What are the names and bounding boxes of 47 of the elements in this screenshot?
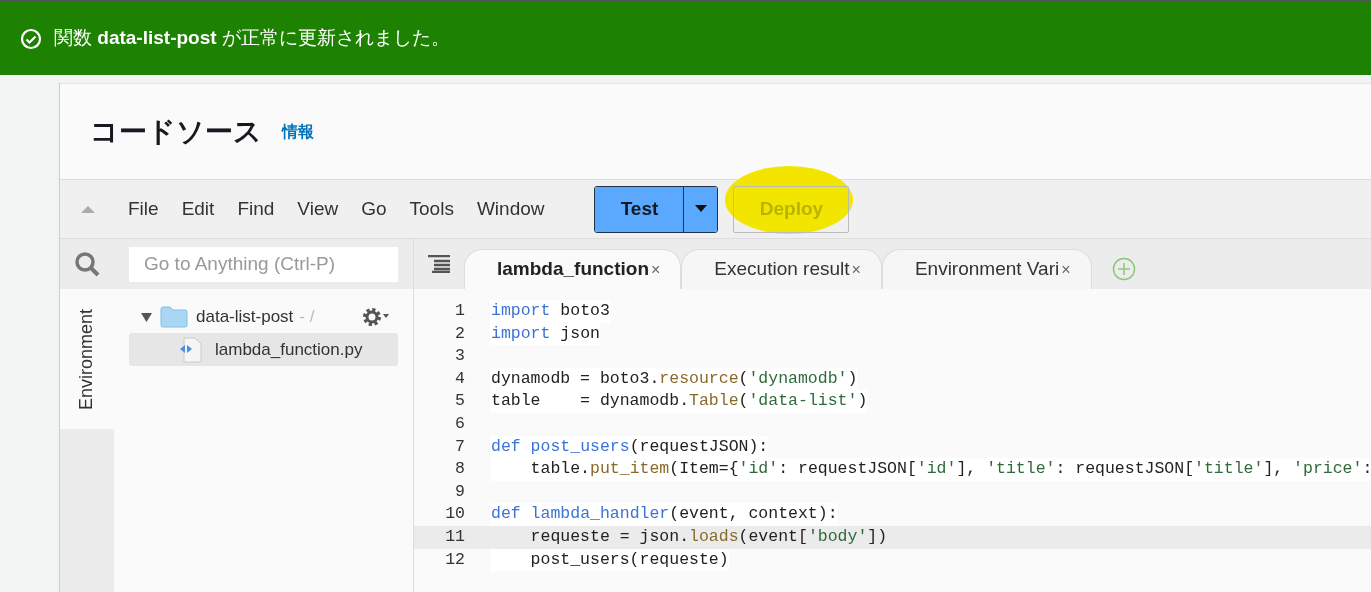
file-name: lambda_function.py <box>215 338 363 361</box>
test-dropdown-button[interactable] <box>683 186 718 232</box>
folder-icon <box>160 306 188 328</box>
menu-item[interactable]: Find <box>237 194 275 224</box>
code-editor[interactable] <box>414 289 1371 592</box>
line-number: 12 <box>444 548 465 571</box>
menu-item[interactable]: File <box>128 194 159 224</box>
close-icon[interactable]: × <box>1061 257 1071 282</box>
code-line: requeste = json.loads(event['body']) <box>529 525 888 548</box>
line-number: 2 <box>454 322 465 345</box>
folder-path: - / <box>299 306 315 329</box>
line-number: 11 <box>444 525 465 548</box>
list-icon[interactable] <box>428 255 450 273</box>
line-number: 10 <box>444 503 465 526</box>
line-number: 4 <box>454 367 465 390</box>
line-number: 9 <box>454 480 465 503</box>
caret-icon <box>695 205 707 213</box>
search-field[interactable]: Go to Anything (Ctrl-P) <box>129 246 398 282</box>
line-number: 8 <box>454 458 465 481</box>
line-number: 3 <box>454 345 465 368</box>
line-number: 1 <box>454 300 465 322</box>
menu-item[interactable]: Edit <box>181 194 215 224</box>
close-icon[interactable]: × <box>851 257 861 282</box>
close-icon[interactable]: × <box>651 257 661 282</box>
menu-item[interactable]: Window <box>476 194 545 224</box>
banner-message: 関数 data-list-post が正常に更新されました。 <box>54 26 450 51</box>
search-icon[interactable] <box>74 251 100 277</box>
menu-item[interactable]: Go <box>361 194 387 224</box>
info-link[interactable]: 情報 <box>282 119 314 144</box>
line-number: 5 <box>454 390 465 413</box>
line-number: 6 <box>454 412 465 435</box>
gear-icon[interactable] <box>362 306 390 328</box>
section-title: コードソース <box>90 114 262 149</box>
folder-name: data-list-post <box>196 306 294 329</box>
file-icon <box>179 336 203 363</box>
folder-row[interactable]: data-list-post - / <box>129 301 398 333</box>
editor-tab[interactable]: lambda_function× <box>464 249 682 289</box>
menu-item[interactable]: View <box>297 194 339 224</box>
line-number: 7 <box>454 435 465 458</box>
environment-tab[interactable]: Environment <box>60 289 114 429</box>
menu-item[interactable]: Tools <box>409 194 454 224</box>
caret-icon[interactable] <box>141 312 152 322</box>
test-button[interactable]: Test <box>595 186 684 232</box>
file-row[interactable]: lambda_function.py <box>129 333 398 366</box>
editor-tab[interactable]: Execution result× <box>681 249 882 289</box>
editor-tab[interactable]: Environment Vari× <box>881 249 1092 289</box>
check-circle-icon <box>20 27 42 50</box>
